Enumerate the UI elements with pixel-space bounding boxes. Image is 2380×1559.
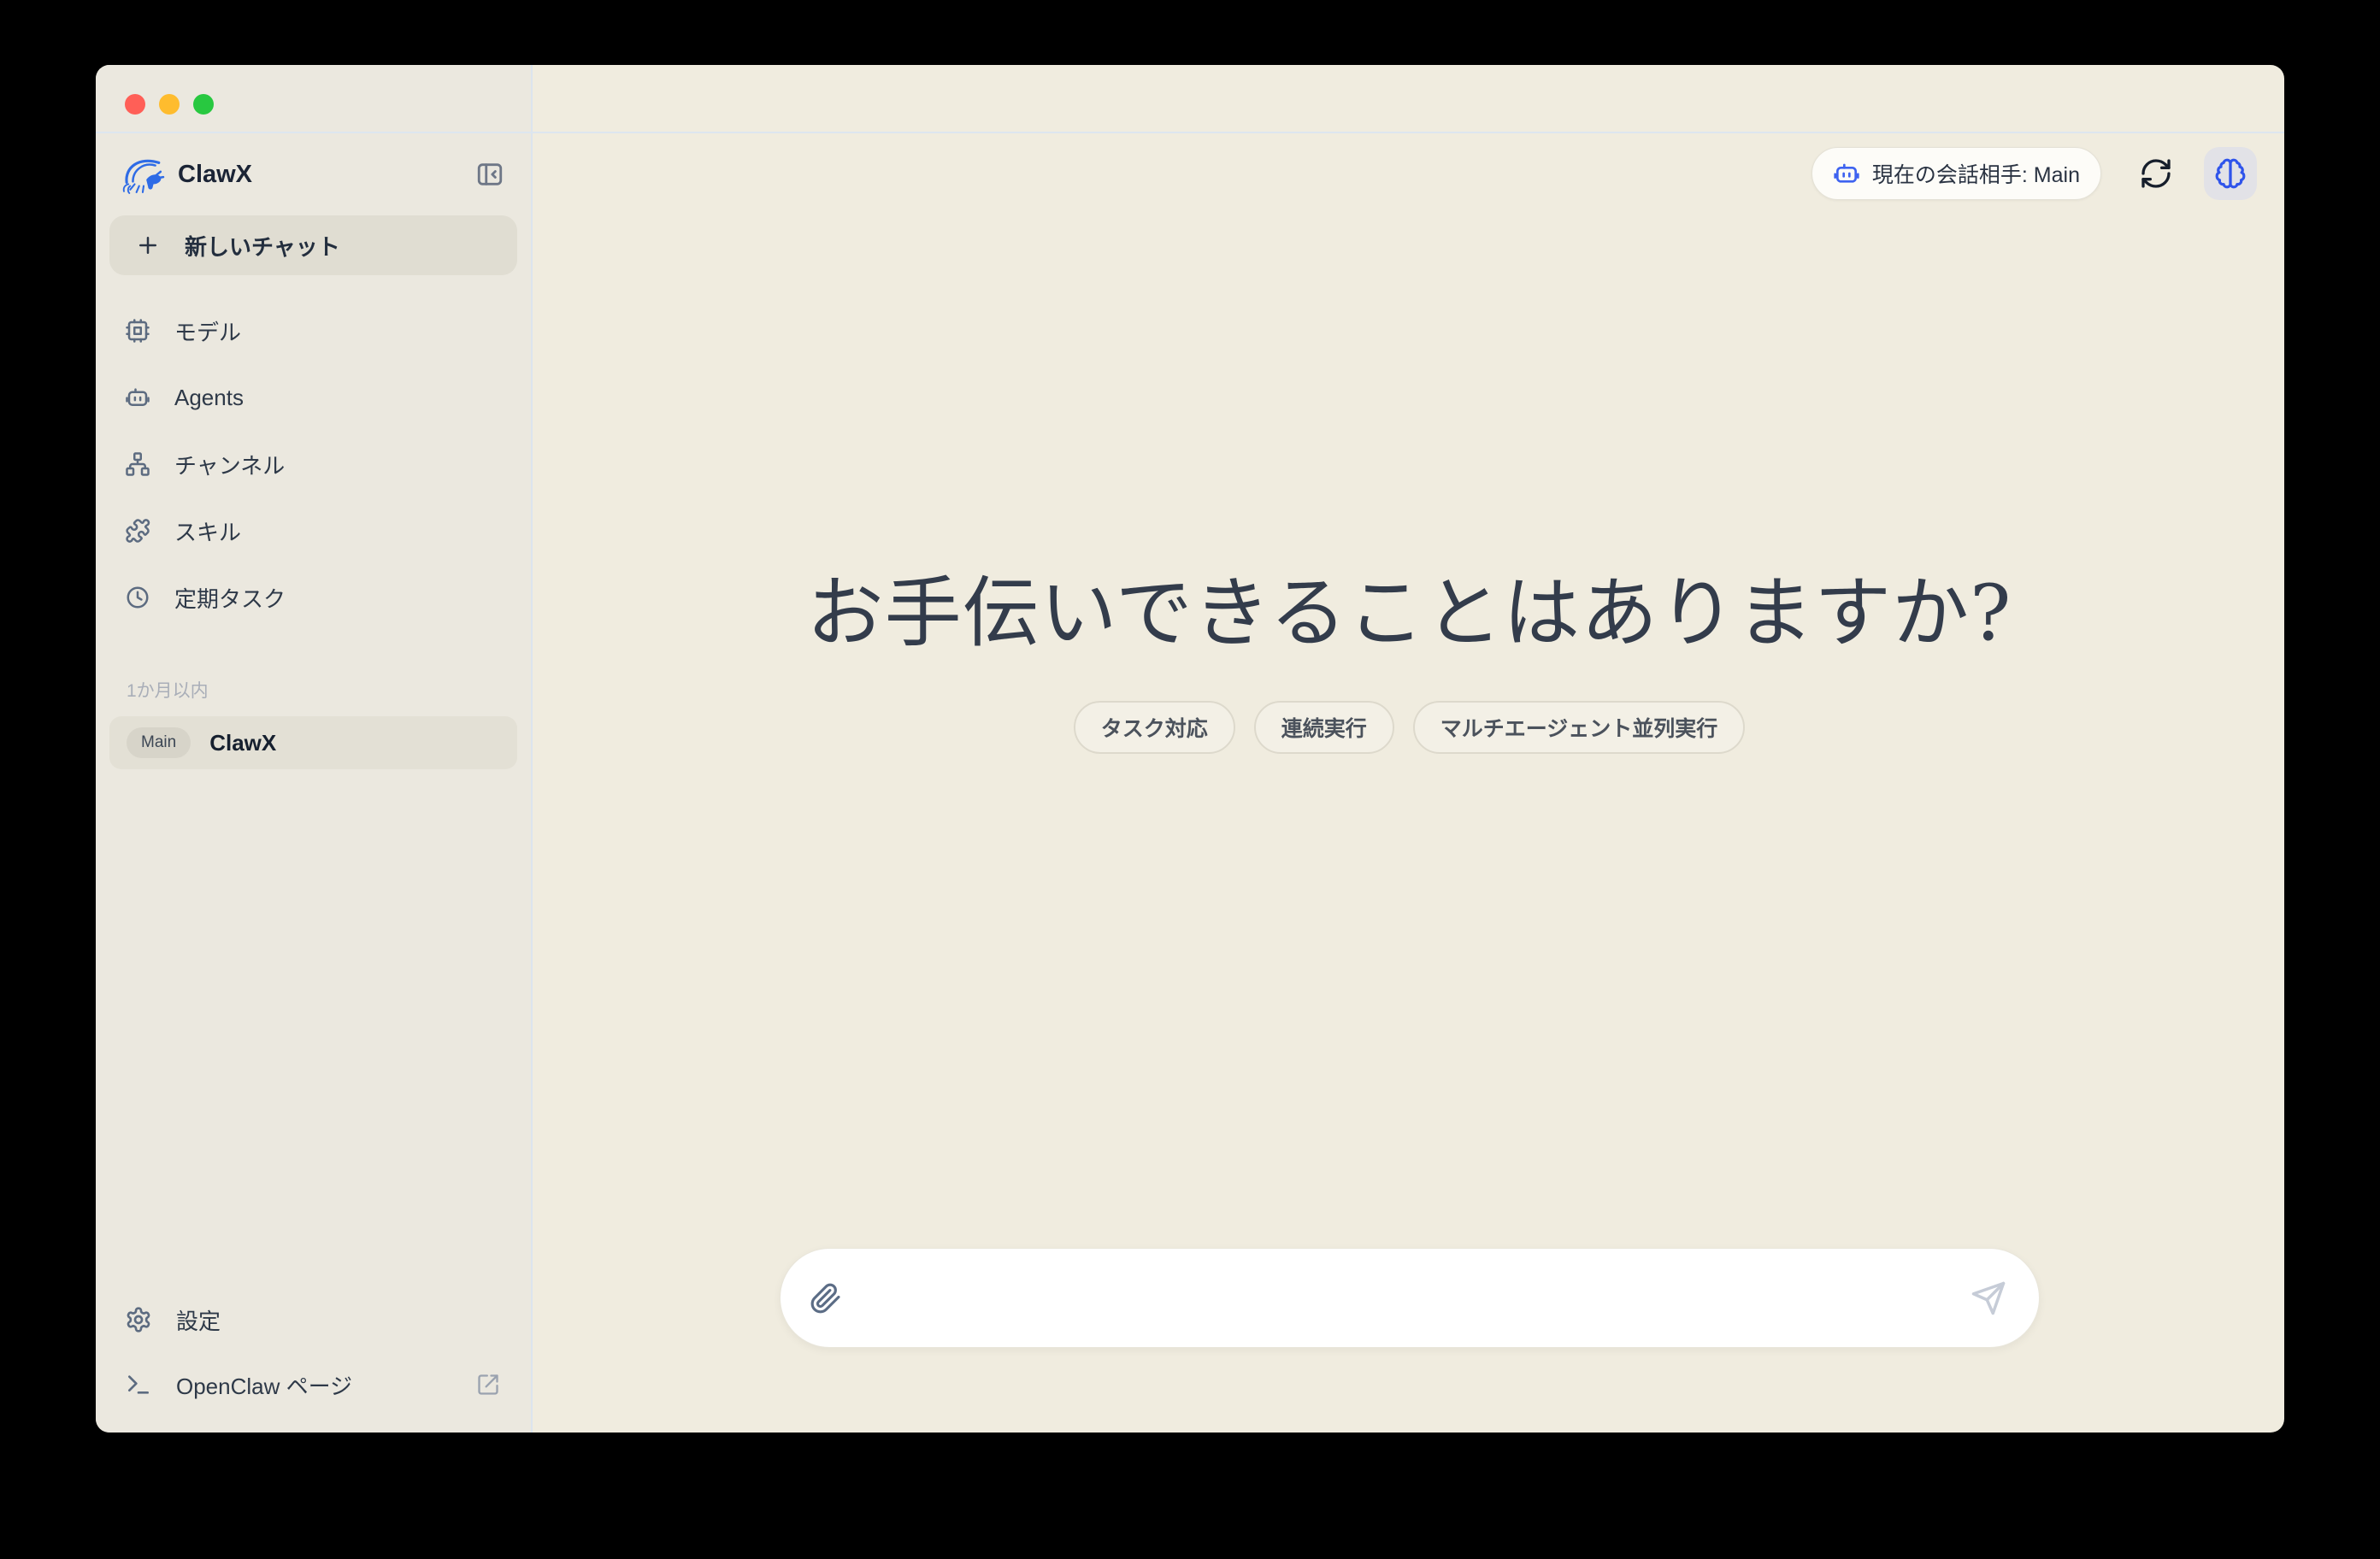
external-link-icon xyxy=(476,1373,500,1397)
sidebar-item-scheduled-tasks[interactable]: 定期タスク xyxy=(96,564,531,631)
new-chat-label: 新しいチャット xyxy=(185,230,340,262)
history-title: ClawX xyxy=(209,730,276,756)
sidebar-item-label: 定期タスク xyxy=(174,582,286,614)
brain-icon xyxy=(2214,157,2247,190)
zoom-window-button[interactable] xyxy=(193,94,214,115)
cpu-icon xyxy=(125,318,150,344)
minimize-window-button[interactable] xyxy=(159,94,180,115)
sidebar-item-label: Agents xyxy=(174,385,244,411)
current-conversation-label: 現在の会話相手: Main xyxy=(1872,158,2080,189)
gateway-statusbar: ゲートウェイ 接続済み | ポート: 18789 | pid: 69319 xyxy=(805,1431,1280,1433)
chip-task-support[interactable]: タスク対応 xyxy=(1074,701,1235,754)
brain-button[interactable] xyxy=(2204,147,2257,200)
titlebar-divider xyxy=(96,132,2284,133)
history-badge: Main xyxy=(127,727,191,758)
sidebar-item-agents[interactable]: Agents xyxy=(96,364,531,431)
history-section-label: 1か月以内 xyxy=(96,677,531,703)
close-window-button[interactable] xyxy=(125,94,145,115)
hero-heading: お手伝いできることはありますか? xyxy=(534,550,2284,662)
sidebar-item-label: OpenClaw ページ xyxy=(176,1369,352,1401)
terminal-icon xyxy=(125,1371,152,1398)
message-input[interactable] xyxy=(863,1285,1950,1311)
crawfish-logo-icon xyxy=(121,155,166,194)
sidebar: ClawX 新しいチャット モデル xyxy=(96,65,533,1433)
hero: お手伝いできることはありますか? タスク対応 連続実行 マルチエージェント並列実… xyxy=(534,550,2284,754)
app-window: ClawX 新しいチャット モデル xyxy=(96,65,2284,1433)
brand-row: ClawX xyxy=(96,149,531,200)
network-icon xyxy=(125,451,150,477)
sidebar-item-skills[interactable]: スキル xyxy=(96,497,531,564)
new-chat-button[interactable]: 新しいチャット xyxy=(109,215,517,275)
sidebar-item-models[interactable]: モデル xyxy=(96,297,531,364)
current-conversation-button[interactable]: 現在の会話相手: Main xyxy=(1812,147,2101,200)
plus-icon xyxy=(135,232,161,258)
sidebar-item-channels[interactable]: チャンネル xyxy=(96,431,531,497)
sidebar-nav: モデル Agents チャンネル xyxy=(96,297,531,631)
attachment-icon[interactable] xyxy=(810,1282,842,1315)
main-area: 現在の会話相手: Main お手伝いできることはありますか? タスク対応 連続実… xyxy=(534,65,2284,1433)
clock-icon xyxy=(125,585,150,610)
status-text: ゲートウェイ 接続済み | ポート: 18789 | pid: 69319 xyxy=(829,1431,1280,1433)
history-item-clawx[interactable]: Main ClawX xyxy=(109,716,517,769)
puzzle-icon xyxy=(125,518,150,544)
sidebar-item-openclaw-page[interactable]: OpenClaw ページ xyxy=(96,1352,531,1417)
robot-icon xyxy=(125,385,150,410)
traffic-lights xyxy=(125,94,214,115)
sidebar-item-label: 設定 xyxy=(176,1304,221,1336)
sidebar-item-settings[interactable]: 設定 xyxy=(96,1287,531,1352)
top-controls: 現在の会話相手: Main xyxy=(1812,147,2257,200)
composer xyxy=(780,1248,2040,1348)
chip-multi-agent[interactable]: マルチエージェント並列実行 xyxy=(1413,701,1746,754)
suggestion-chips: タスク対応 連続実行 マルチエージェント並列実行 xyxy=(534,701,2284,754)
sidebar-item-label: モデル xyxy=(174,315,241,347)
chip-continuous-run[interactable]: 連続実行 xyxy=(1254,701,1394,754)
refresh-icon[interactable] xyxy=(2139,156,2173,191)
gear-icon xyxy=(125,1306,152,1333)
send-icon[interactable] xyxy=(1971,1280,2006,1316)
sidebar-collapse-icon[interactable] xyxy=(474,160,505,189)
robot-icon xyxy=(1833,160,1860,187)
sidebar-item-label: チャンネル xyxy=(174,449,285,480)
sidebar-item-label: スキル xyxy=(174,515,241,547)
sidebar-footer: 設定 OpenClaw ページ xyxy=(96,1287,531,1417)
brand-name: ClawX xyxy=(178,161,252,189)
